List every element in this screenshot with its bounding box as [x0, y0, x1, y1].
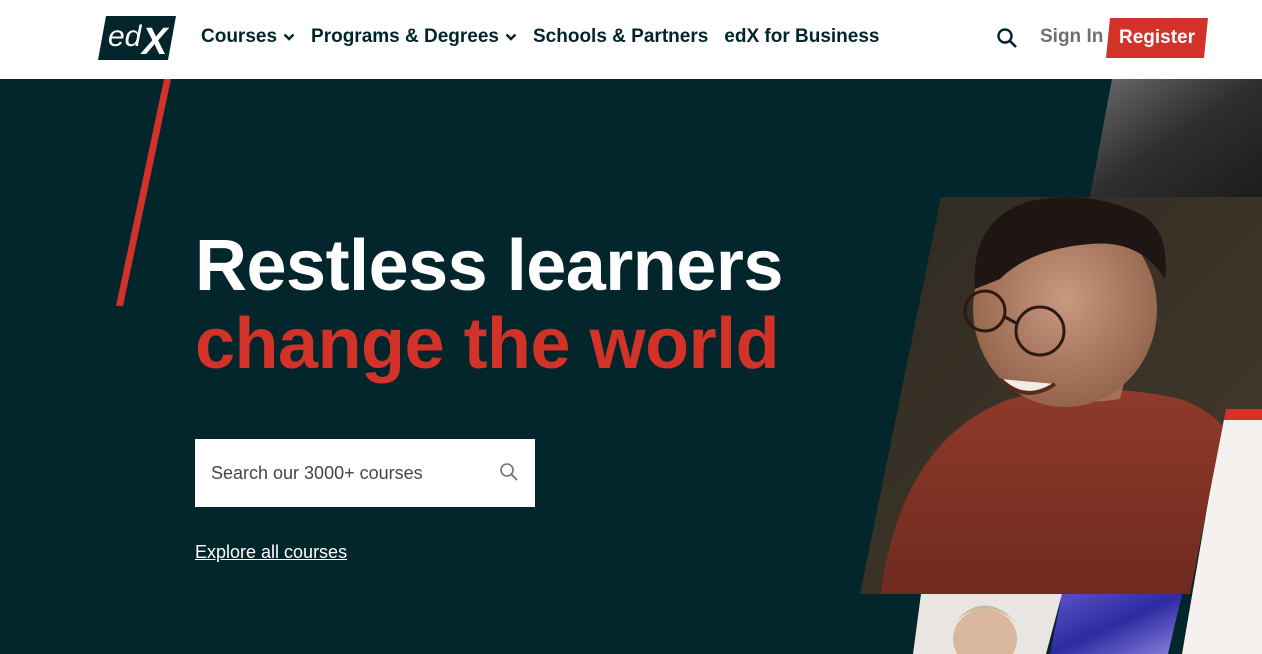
nav-courses-label: Courses: [201, 26, 278, 47]
register-button[interactable]: Register: [1106, 18, 1208, 58]
hero-section: Restless learners change the world Explo…: [0, 79, 1262, 654]
nav-edx-for-business-label: edX for Business: [724, 26, 880, 47]
nav-courses[interactable]: Courses: [201, 26, 295, 48]
chevron-down-icon: [505, 33, 517, 41]
site-header: ed X Courses Programs & Degrees Schools …: [0, 0, 1262, 79]
top-photo: [1090, 79, 1262, 197]
svg-text:X: X: [140, 21, 170, 60]
register-button-label: Register: [1118, 27, 1196, 48]
nav-programs-degrees-label: Programs & Degrees: [311, 26, 499, 47]
chevron-down-icon: [283, 33, 295, 41]
edx-logo[interactable]: ed X: [98, 16, 176, 63]
search-icon[interactable]: [996, 27, 1018, 49]
hero-photo-collage: [860, 79, 1262, 654]
bottom-photo-blue: [1050, 594, 1182, 654]
sign-in-link[interactable]: Sign In: [1040, 26, 1103, 48]
nav-programs-degrees[interactable]: Programs & Degrees: [311, 26, 517, 48]
nav-edx-for-business[interactable]: edX for Business: [724, 26, 879, 48]
svg-text:ed: ed: [108, 20, 143, 53]
main-nav: Courses Programs & Degrees Schools & Par…: [201, 26, 896, 48]
nav-schools-partners-label: Schools & Partners: [533, 26, 709, 47]
main-portrait: [860, 197, 1262, 594]
nav-schools-partners[interactable]: Schools & Partners: [533, 26, 708, 48]
